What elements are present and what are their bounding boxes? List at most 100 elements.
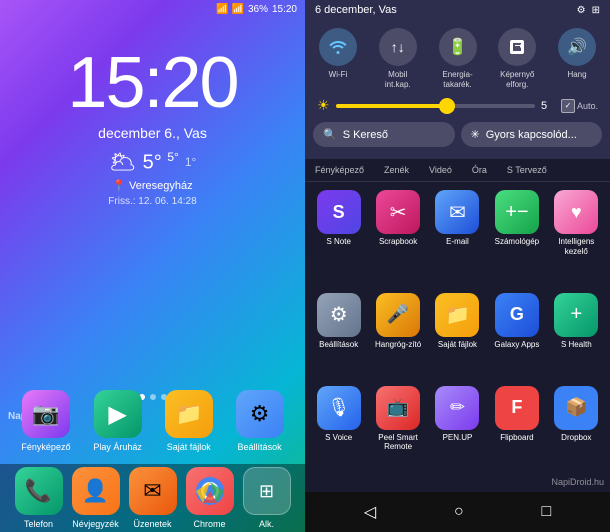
email-icon: ✉: [435, 190, 479, 234]
right-status-bar: 6 december, Vas ⚙ ⊞: [305, 0, 610, 20]
toggle-power[interactable]: 🔋 Energia-takarék.: [433, 28, 483, 89]
app-playstore[interactable]: ▶ Play Áruház: [93, 390, 142, 452]
bsettings-icon: ⚙: [317, 293, 361, 337]
app-settings[interactable]: ⚙ Beállítások: [236, 390, 284, 452]
wifi-label: Wi-Fi: [329, 70, 348, 80]
home-button[interactable]: ○: [454, 503, 464, 521]
toggle-mobile[interactable]: ↑↓ Mobilint.kap.: [373, 28, 423, 89]
tab-video[interactable]: Videó: [419, 159, 462, 181]
app-shealth[interactable]: + S Health: [549, 293, 604, 382]
galaxyapps-label: Galaxy Apps: [494, 340, 539, 350]
auto-checkbox[interactable]: ✓: [561, 99, 575, 113]
voicerecorder-icon: 🎤: [376, 293, 420, 337]
galaxyapps-icon: G: [495, 293, 539, 337]
files-icon: 📁: [165, 390, 213, 438]
quick-toggle-panel: Wi-Fi ↑↓ Mobilint.kap. 🔋 Energia-takarék…: [305, 20, 610, 159]
contacts-icon: 👤: [72, 467, 120, 515]
mobile-toggle-circle: ↑↓: [379, 28, 417, 66]
peel-icon: 📺: [376, 386, 420, 430]
app-tabs: Fényképező Zenék Videó Óra S Tervező: [305, 159, 610, 182]
s-search-button[interactable]: 🔍 S Kereső: [313, 122, 455, 147]
sound-label: Hang: [567, 70, 586, 80]
camera-icon: 📷: [22, 390, 70, 438]
bottom-contacts[interactable]: 👤 Névjegyzék: [72, 467, 120, 529]
sajtfajlok-label: Saját fájlok: [438, 340, 477, 350]
files-label: Saját fájlok: [167, 442, 211, 452]
rotation-label: Képernyőelforg.: [500, 70, 534, 89]
right-status-icons: ⚙ ⊞: [577, 5, 600, 16]
power-toggle-circle: 🔋: [439, 28, 477, 66]
left-location: 📍 Veresegyház: [112, 179, 192, 192]
shealth-label: S Health: [561, 340, 592, 350]
chrome-label: Chrome: [193, 519, 225, 529]
brightness-icon: ☀: [317, 97, 330, 114]
toggle-wifi[interactable]: Wi-Fi: [313, 28, 363, 89]
grid-icon[interactable]: ⊞: [592, 5, 600, 16]
right-watermark: NapiDroid.hu: [551, 477, 604, 487]
app-smartmanager[interactable]: ♥ Intelligens kezelő: [549, 190, 604, 288]
left-refresh: Friss.: 12. 06. 14:28: [108, 196, 196, 207]
svoice-icon: 🎙: [317, 386, 361, 430]
email-label: E-mail: [446, 237, 469, 247]
dropbox-label: Dropbox: [561, 433, 591, 443]
left-battery: 36%: [248, 4, 268, 15]
flipboard-icon: F: [495, 386, 539, 430]
app-flipboard[interactable]: F Flipboard: [489, 386, 544, 484]
right-bottom-bar: ◁ ○ □: [305, 492, 610, 532]
snote-label: S Note: [326, 237, 350, 247]
app-calculator[interactable]: +− Számológép: [489, 190, 544, 288]
app-galaxyapps[interactable]: G Galaxy Apps: [489, 293, 544, 382]
sajtfajlok-icon: 📁: [435, 293, 479, 337]
auto-label: ✓ Auto.: [561, 99, 598, 113]
toggle-sound[interactable]: 🔊 Hang: [552, 28, 602, 89]
sound-toggle-circle: 🔊: [558, 28, 596, 66]
quick-connect-button[interactable]: ✳ Gyors kapcsolód...: [461, 122, 603, 147]
app-dropbox[interactable]: 📦 Dropbox: [549, 386, 604, 484]
brightness-fill: [336, 104, 446, 108]
app-peel[interactable]: 📺 Peel Smart Remote: [370, 386, 425, 484]
app-bsettings[interactable]: ⚙ Beállítások: [311, 293, 366, 382]
app-email[interactable]: ✉ E-mail: [430, 190, 485, 288]
app-camera[interactable]: 📷 Fényképező: [21, 390, 70, 452]
bsettings-label: Beállítások: [319, 340, 358, 350]
tab-fenykepezo[interactable]: Fényképező: [305, 159, 374, 181]
wifi-toggle-circle: [319, 28, 357, 66]
app-voicerecorder[interactable]: 🎤 Hangróg-zító: [370, 293, 425, 382]
quick-connect-icon: ✳: [471, 128, 480, 141]
bottom-chrome[interactable]: Chrome: [186, 467, 234, 529]
app-snote[interactable]: S S Note: [311, 190, 366, 288]
bottom-messages[interactable]: ✉ Üzenetek: [129, 467, 177, 529]
left-weather: 🌥 5° 5° 1°: [109, 149, 197, 175]
app-svoice[interactable]: 🎙 S Voice: [311, 386, 366, 484]
recent-button[interactable]: □: [541, 503, 551, 521]
app-scrapbook[interactable]: ✂ Scrapbook: [370, 190, 425, 288]
voicerecorder-label: Hangróg-zító: [375, 340, 421, 350]
shealth-icon: +: [554, 293, 598, 337]
tab-zenek[interactable]: Zenék: [374, 159, 419, 181]
brightness-slider[interactable]: [336, 104, 535, 108]
snote-icon: S: [317, 190, 361, 234]
left-panel: 📶 📶 36% 15:20 15:20 december 6., Vas 🌥 5…: [0, 0, 305, 532]
brightness-row: ☀ 5 ✓ Auto.: [313, 97, 602, 114]
app-grid: S S Note ✂ Scrapbook ✉ E-mail +− Számoló…: [305, 182, 610, 492]
left-time-status: 15:20: [272, 4, 297, 15]
calculator-label: Számológép: [495, 237, 539, 247]
power-label: Energia-takarék.: [442, 70, 472, 89]
peel-label: Peel Smart Remote: [370, 433, 425, 452]
app-sajtfajlok[interactable]: 📁 Saját fájlok: [430, 293, 485, 382]
calculator-icon: +−: [495, 190, 539, 234]
brightness-thumb: [439, 98, 455, 114]
phone-icon: 📞: [15, 467, 63, 515]
back-button[interactable]: ◁: [364, 502, 376, 522]
settings-gear-icon[interactable]: ⚙: [577, 5, 586, 16]
bottom-phone[interactable]: 📞 Telefon: [15, 467, 63, 529]
tab-stervezo[interactable]: S Tervező: [497, 159, 557, 181]
bottom-allapps[interactable]: ⊞ Alk.: [243, 467, 291, 529]
tab-ora[interactable]: Óra: [462, 159, 497, 181]
toggle-rotation[interactable]: Képernyőelforg.: [492, 28, 542, 89]
location-pin-icon: 📍: [112, 179, 126, 192]
playstore-label: Play Áruház: [93, 442, 142, 452]
weather-icon: 🌥: [109, 149, 137, 175]
app-files[interactable]: 📁 Saját fájlok: [165, 390, 213, 452]
app-penup[interactable]: ✏ PEN.UP: [430, 386, 485, 484]
